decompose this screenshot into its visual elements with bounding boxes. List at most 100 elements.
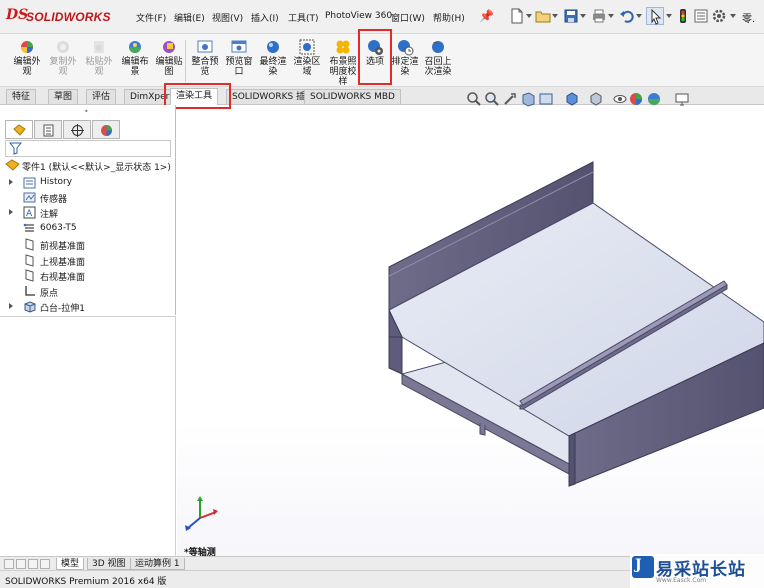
plane-icon [23,269,36,282]
save-dropdown-icon[interactable] [580,14,586,18]
scene-illumination-proof-icon [334,38,352,56]
zoom-area-icon[interactable] [484,91,500,107]
tree-filter-field[interactable] [5,140,171,157]
select-dropdown-icon[interactable] [666,14,672,18]
expand-arrow-icon[interactable] [9,179,13,185]
watermark-logo-icon: J [632,556,654,578]
options-dropdown-icon[interactable] [730,14,736,18]
graphics-area[interactable] [177,109,764,556]
tab-3d-views[interactable]: 3D 视图 [87,558,131,570]
annotations-icon: A [23,206,36,219]
edit-scene-button[interactable]: 编辑布 景 [116,38,154,77]
propertymanager-icon[interactable] [34,120,62,139]
watermark: J 易采站长站 Www.Easck.Com [630,554,764,588]
apply-scene-icon[interactable] [646,91,662,107]
menu-tools[interactable]: 工具(T) [288,11,319,24]
integrated-preview-label: 整合预 览 [191,57,219,77]
zoom-to-fit-icon[interactable] [466,91,482,107]
render-region-label: 渲染区 域 [293,57,321,77]
edit-appearance-button[interactable]: 编辑外 观 [8,38,46,77]
panel-grip[interactable]: • [84,107,89,116]
view-orientation-icon[interactable] [564,91,580,107]
tab-model[interactable]: 模型 [56,558,85,570]
menu-edit[interactable]: 编辑(E) [174,11,205,24]
menu-view[interactable]: 视图(V) [212,11,243,24]
paste-appearance-icon [90,38,108,56]
previous-view-icon[interactable] [502,91,518,107]
file-properties-icon[interactable] [692,7,710,25]
paste-appearance-button[interactable]: 粘贴外 观 [80,38,118,77]
tab-scroll-first-icon[interactable] [4,559,14,569]
recall-last-render-button[interactable]: 召回上 次渲染 [420,38,456,77]
tab-scroll-prev-icon[interactable] [16,559,26,569]
undo-icon[interactable] [618,7,636,25]
preview-window-button[interactable]: 预览窗 口 [222,38,256,77]
edit-decal-button[interactable]: 编辑贴 图 [150,38,188,77]
configurationmanager-icon[interactable] [63,120,91,139]
new-dropdown-icon[interactable] [526,14,532,18]
watermark-url: Www.Easck.Com [656,577,707,584]
dynamic-annotation-icon[interactable] [538,91,554,107]
edit-appearance-view-icon[interactable] [628,91,644,107]
undo-dropdown-icon[interactable] [636,14,642,18]
featuremanager-icon[interactable] [5,120,33,139]
new-document-icon[interactable] [508,7,526,25]
copy-appearance-button[interactable]: 复制外 观 [44,38,82,77]
tree-item-label: 上视基准面 [40,258,86,268]
schedule-render-button[interactable]: 排定渲 染 [390,38,420,77]
copy-appearance-icon [54,38,72,56]
tree-item-label: History [40,177,73,187]
scene-illumination-proof-button[interactable]: 布景照 明度校 样 [324,38,362,87]
render-region-icon [298,38,316,56]
tab-evaluate[interactable]: 评估 [86,89,117,104]
tab-scroll-next-icon[interactable] [28,559,38,569]
extruded-part-model[interactable] [177,109,764,556]
preview-window-icon [230,38,248,56]
tab-motion-study[interactable]: 运动算例 1 [130,558,185,570]
menu-help[interactable]: 帮助(H) [433,11,465,24]
sensors-icon [23,191,36,204]
options-icon[interactable] [710,7,728,25]
expand-arrow-icon[interactable] [9,303,13,309]
final-render-button[interactable]: 最终渲 染 [256,38,290,77]
displaymanager-icon[interactable] [92,120,120,139]
more-menu-label[interactable]: 零. [742,10,755,25]
tree-item-label: 注解 [40,210,59,220]
boss-extrude-icon [23,300,36,313]
panel-tabs [5,120,123,140]
app-logo-text: SOLIDWORKS [26,10,111,24]
schedule-render-icon [396,38,414,56]
open-icon[interactable] [534,7,552,25]
expand-arrow-icon[interactable] [9,209,13,215]
material-icon [23,222,36,235]
integrated-preview-button[interactable]: 整合预 览 [188,38,222,77]
tab-sketch[interactable]: 草图 [48,89,79,104]
tab-scroll-last-icon[interactable] [40,559,50,569]
save-icon[interactable] [562,7,580,25]
tree-item-label: 右视基准面 [40,273,86,283]
plane-icon [23,254,36,267]
print-icon[interactable] [590,7,608,25]
ds-logo-mark: DS [6,7,29,23]
integrated-preview-icon [196,38,214,56]
menu-insert[interactable]: 插入(I) [251,11,279,24]
pin-menu-icon[interactable]: 📌 [479,9,494,23]
display-style-icon[interactable] [588,91,604,107]
print-dropdown-icon[interactable] [608,14,614,18]
menu-photoview[interactable]: PhotoView 360 [325,11,392,21]
render-region-button[interactable]: 渲染区 域 [290,38,324,77]
select-icon[interactable] [646,7,664,25]
tab-features[interactable]: 特征 [6,89,37,104]
rebuild-icon[interactable] [674,7,692,25]
preview-window-label: 预览窗 口 [225,57,253,77]
menu-window[interactable]: 窗口(W) [391,11,425,24]
ribbon-separator [185,40,186,82]
section-view-icon[interactable] [520,91,536,107]
hide-show-items-icon[interactable] [612,91,628,107]
solidworks-logo[interactable]: DS SOLIDWORKS [4,7,116,27]
open-dropdown-icon[interactable] [552,14,558,18]
tab-solidworks-mbd[interactable]: SOLIDWORKS MBD [304,89,401,104]
menu-file[interactable]: 文件(F) [136,11,166,24]
filter-icon[interactable] [9,142,22,155]
monitor-icon[interactable] [674,91,690,107]
